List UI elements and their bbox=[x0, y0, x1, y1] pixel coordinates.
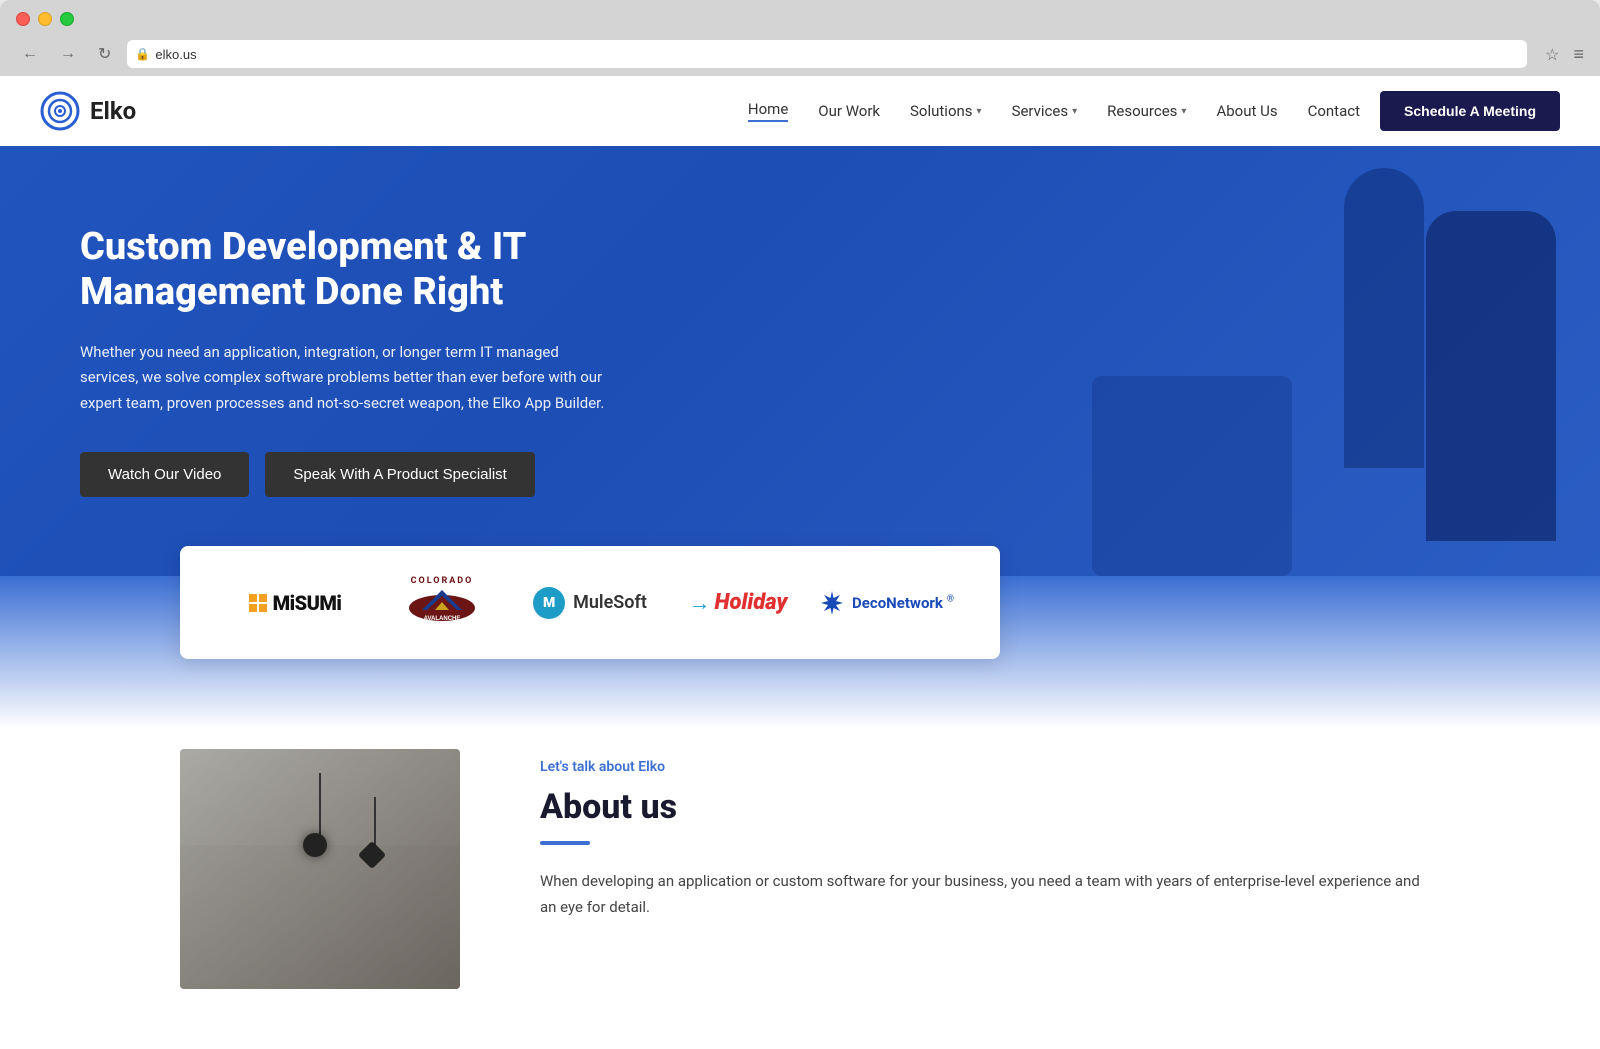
refresh-button[interactable]: ↻ bbox=[92, 42, 117, 66]
hero-buttons: Watch Our Video Speak With A Product Spe… bbox=[80, 452, 620, 497]
website-content: Elko Home Our Work Solutions ▾ Services … bbox=[0, 76, 1600, 1049]
mulesoft-text: MuleSoft bbox=[573, 592, 647, 613]
logo-icon bbox=[40, 91, 80, 131]
nav-contact[interactable]: Contact bbox=[1308, 102, 1360, 120]
forward-button[interactable]: → bbox=[54, 43, 82, 65]
avalanche-logo-icon: AVALANCHE bbox=[407, 588, 477, 623]
misumi-text: MiSUMi bbox=[273, 591, 342, 615]
back-button[interactable]: ← bbox=[16, 43, 44, 65]
about-image bbox=[180, 749, 460, 989]
logo-misumi: MiSUMi bbox=[220, 591, 368, 615]
browser-window: ← → ↻ 🔒 ☆ ≡ Elko Home bbox=[0, 0, 1600, 1049]
logo-text: Elko bbox=[90, 97, 136, 125]
about-text: When developing an application or custom… bbox=[540, 869, 1420, 920]
client-logos-bar: MiSUMi COLORADO AVALANCHE bbox=[180, 546, 1000, 659]
hero-section: Custom Development & IT Management Done … bbox=[0, 146, 1600, 576]
about-eyebrow: Let's talk about Elko bbox=[540, 759, 1420, 775]
logo[interactable]: Elko bbox=[40, 91, 136, 131]
person-silhouette-1 bbox=[1344, 168, 1424, 468]
hero-description: Whether you need an application, integra… bbox=[80, 340, 620, 417]
nav-about-us[interactable]: About Us bbox=[1216, 102, 1277, 120]
minimize-button[interactable] bbox=[38, 12, 52, 26]
nav-home[interactable]: Home bbox=[748, 100, 788, 122]
deco-star-icon bbox=[818, 589, 846, 617]
browser-toolbar: ← → ↻ 🔒 ☆ ≡ bbox=[0, 34, 1600, 76]
misumi-icon bbox=[247, 592, 269, 614]
about-content: Let's talk about Elko About us When deve… bbox=[540, 749, 1420, 920]
deco-network-text: DecoNetwork bbox=[852, 594, 943, 612]
address-input[interactable] bbox=[127, 40, 1527, 68]
about-image-inner bbox=[180, 749, 460, 989]
logos-section-wrapper: MiSUMi COLORADO AVALANCHE bbox=[0, 576, 1600, 729]
hero-content: Custom Development & IT Management Done … bbox=[0, 165, 700, 558]
about-divider bbox=[540, 841, 590, 845]
logo-mulesoft: M MuleSoft bbox=[516, 587, 664, 619]
holiday-text: Holiday bbox=[715, 590, 788, 615]
avalanche-top-text: COLORADO bbox=[407, 576, 477, 586]
logo-deco-network: DecoNetwork ® bbox=[812, 589, 960, 617]
hero-background-people bbox=[720, 146, 1600, 576]
logo-colorado-avalanche: COLORADO AVALANCHE bbox=[368, 576, 516, 629]
maximize-button[interactable] bbox=[60, 12, 74, 26]
mulesoft-circle-icon: M bbox=[533, 587, 565, 619]
background-element bbox=[1092, 376, 1292, 576]
schedule-meeting-button[interactable]: Schedule A Meeting bbox=[1380, 91, 1560, 131]
about-section: Let's talk about Elko About us When deve… bbox=[0, 729, 1600, 1049]
lock-icon: 🔒 bbox=[135, 47, 150, 61]
close-button[interactable] bbox=[16, 12, 30, 26]
address-bar-wrap: 🔒 bbox=[127, 40, 1527, 68]
svg-text:AVALANCHE: AVALANCHE bbox=[424, 616, 461, 622]
nav-solutions[interactable]: Solutions ▾ bbox=[910, 102, 982, 120]
hero-title: Custom Development & IT Management Done … bbox=[80, 225, 620, 316]
holiday-arrow-icon: → bbox=[689, 590, 711, 616]
logo-holiday: → Holiday bbox=[664, 590, 812, 616]
deco-trademark: ® bbox=[947, 595, 954, 605]
menu-icon[interactable]: ≡ bbox=[1573, 44, 1584, 65]
navbar: Elko Home Our Work Solutions ▾ Services … bbox=[0, 76, 1600, 146]
watch-video-button[interactable]: Watch Our Video bbox=[80, 452, 249, 497]
person-silhouette-2 bbox=[1426, 211, 1556, 541]
nav-resources[interactable]: Resources ▾ bbox=[1107, 102, 1186, 120]
browser-titlebar bbox=[0, 0, 1600, 34]
nav-links: Home Our Work Solutions ▾ Services ▾ Res… bbox=[748, 100, 1360, 122]
about-title: About us bbox=[540, 787, 1420, 827]
nav-services[interactable]: Services ▾ bbox=[1012, 102, 1078, 120]
speak-specialist-button[interactable]: Speak With A Product Specialist bbox=[265, 452, 534, 497]
bookmark-icon[interactable]: ☆ bbox=[1545, 45, 1559, 64]
nav-our-work[interactable]: Our Work bbox=[818, 102, 880, 120]
